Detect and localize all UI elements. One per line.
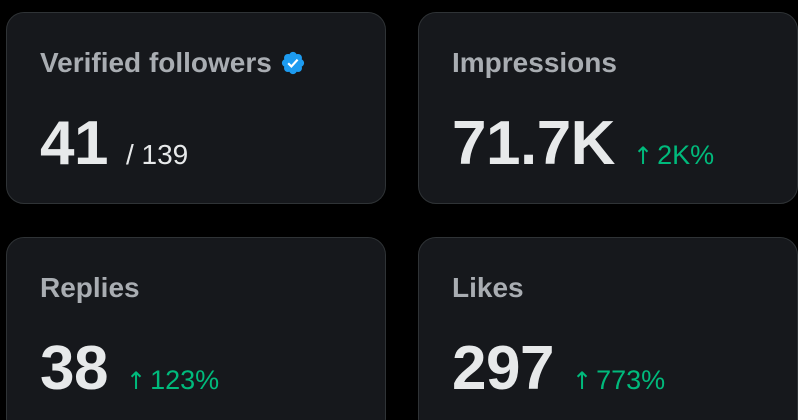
impressions-label: Impressions [452, 47, 617, 78]
verified-followers-total: / 139 [125, 139, 189, 170]
replies-value: 38 [40, 334, 108, 403]
value-row: 41 / 139 [40, 109, 188, 179]
impressions-delta: ↑ 2K% [633, 140, 714, 171]
impressions-delta-value: 2K% [657, 140, 715, 170]
replies-delta: ↑ 123% [126, 365, 219, 396]
card-label: Impressions [452, 47, 617, 79]
verified-followers-card[interactable]: Verified followers 41 / 139 [6, 12, 386, 204]
value-row: 38 ↑ 123% [40, 334, 219, 404]
card-label: Replies [40, 272, 140, 304]
replies-card[interactable]: Replies 38 ↑ 123% [6, 237, 386, 420]
value-row: 71.7K ↑ 2K% [452, 109, 714, 179]
replies-delta-value: 123% [150, 365, 220, 395]
verified-followers-value: 41 [40, 109, 108, 178]
verified-badge-icon [281, 51, 304, 75]
likes-card[interactable]: Likes 297 ↑ 773% [418, 237, 798, 420]
arrow-up-icon: ↑ [571, 367, 593, 395]
likes-label: Likes [452, 272, 524, 303]
likes-delta-value: 773% [596, 365, 666, 395]
replies-label: Replies [40, 272, 140, 303]
arrow-up-icon: ↑ [125, 367, 147, 395]
impressions-value: 71.7K [452, 109, 615, 178]
arrow-up-icon: ↑ [632, 142, 654, 170]
card-label: Verified followers [40, 47, 306, 79]
likes-delta: ↑ 773% [572, 365, 665, 396]
likes-value: 297 [452, 334, 554, 403]
value-row: 297 ↑ 773% [452, 334, 665, 404]
verified-followers-label: Verified followers [40, 47, 272, 78]
card-label: Likes [452, 272, 524, 304]
impressions-card[interactable]: Impressions 71.7K ↑ 2K% [418, 12, 798, 204]
